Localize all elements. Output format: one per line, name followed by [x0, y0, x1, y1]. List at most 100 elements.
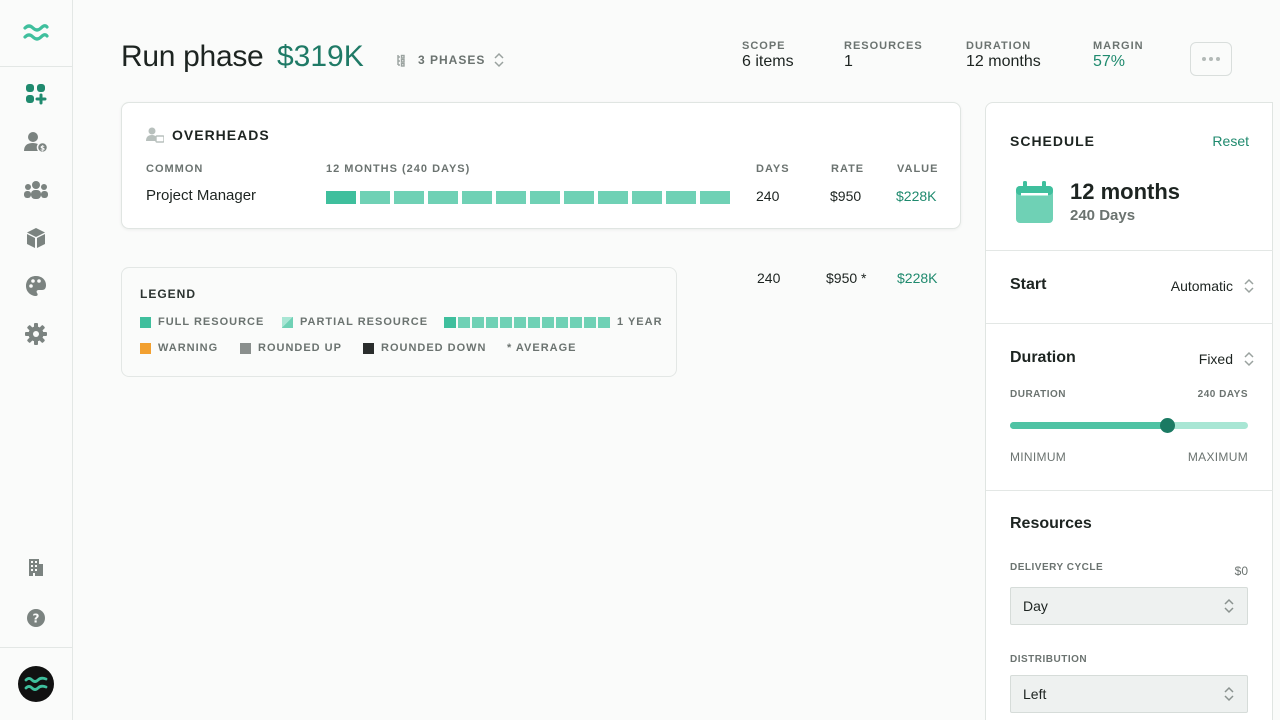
sidebar-account: [0, 647, 72, 720]
col-rate: RATE: [831, 163, 865, 175]
building-icon: [29, 559, 43, 576]
sidebar-item-products[interactable]: [0, 222, 72, 254]
year-swatch-segment: [514, 316, 526, 328]
total-days: 240: [757, 270, 781, 286]
sidebar-item-dashboard[interactable]: [0, 78, 72, 110]
sidebar-logo[interactable]: [0, 0, 72, 67]
schedule-months: 12 months: [1070, 179, 1181, 204]
month-bar: [428, 191, 458, 204]
year-swatch-segment: [570, 316, 582, 328]
slider-min-label: MINIMUM: [1010, 450, 1067, 464]
chevron-up-down-icon: [1224, 598, 1234, 614]
stat-resources-label: RESOURCES: [844, 40, 923, 52]
month-bar: [496, 191, 526, 204]
month-bar: [598, 191, 628, 204]
duration-value: Fixed: [1198, 351, 1233, 367]
year-swatch-segment: [472, 316, 484, 328]
stat-margin-label: MARGIN: [1093, 40, 1144, 52]
distribution-label: DISTRIBUTION: [1010, 654, 1088, 665]
total-rate: $950 *: [826, 270, 867, 286]
list-tree-icon: [397, 54, 405, 67]
dashboard-icon: [26, 84, 47, 105]
user-card-icon: [146, 127, 164, 143]
sidebar-item-settings[interactable]: [0, 318, 72, 350]
duration-slider[interactable]: [1010, 418, 1248, 433]
month-bar: [326, 191, 356, 204]
sidebar: $ ?: [0, 0, 73, 720]
resource-rate: $950: [830, 188, 862, 204]
legend-warning: WARNING: [140, 342, 218, 354]
legend-partial-label: PARTIAL RESOURCE: [300, 316, 429, 328]
resources-title: Resources: [1010, 515, 1092, 532]
year-swatch-segment: [584, 316, 596, 328]
distribution-select[interactable]: Left: [1010, 675, 1248, 713]
legend-rounded-down: ROUNDED DOWN: [363, 342, 487, 354]
team-icon: [24, 181, 48, 199]
year-swatch-segment: [528, 316, 540, 328]
legend-year-label: 1 YEAR: [617, 316, 663, 328]
schedule-panel: SCHEDULE Reset 12 months 240 Days Start …: [985, 102, 1273, 720]
help-icon: ?: [27, 609, 45, 627]
rounded-down-swatch: [363, 342, 374, 354]
avatar[interactable]: [18, 666, 54, 702]
duration-label: Duration: [1010, 349, 1076, 366]
stat-scope-label: SCOPE: [742, 40, 786, 52]
year-swatch-segment: [598, 316, 610, 328]
logo-waves-icon: [23, 24, 49, 41]
overheads-card: OVERHEADS COMMON 12 MONTHS (240 DAYS) DA…: [121, 102, 961, 229]
sidebar-item-help[interactable]: ?: [0, 602, 72, 634]
legend-rounded-down-label: ROUNDED DOWN: [381, 342, 487, 354]
reset-button[interactable]: Reset: [1212, 133, 1249, 149]
sidebar-item-company[interactable]: [0, 551, 72, 583]
delivery-cycle-select[interactable]: Day: [1010, 587, 1248, 625]
svg-text:$: $: [40, 145, 45, 153]
total-value: $228K: [897, 270, 938, 286]
resource-value: $228K: [896, 188, 937, 204]
chevron-up-down-icon: [494, 52, 504, 68]
stat-scope-value: 6 items: [742, 53, 794, 70]
more-dot-icon: [1209, 57, 1213, 61]
delivery-cycle-label: DELIVERY CYCLE: [1010, 562, 1104, 573]
palette-icon: [26, 276, 46, 296]
year-swatch-segment: [556, 316, 568, 328]
more-options-button[interactable]: [1190, 42, 1232, 76]
schedule-days: 240 Days: [1070, 207, 1136, 224]
duration-slider-value: 240 DAYS: [1197, 389, 1248, 400]
duration-slider-label: DURATION: [1010, 389, 1067, 400]
resource-days: 240: [756, 188, 780, 204]
start-label: Start: [1010, 276, 1047, 293]
rounded-up-swatch: [240, 342, 251, 354]
stat-margin-value: 57%: [1093, 53, 1126, 70]
resource-name[interactable]: Project Manager: [146, 187, 256, 204]
legend-rounded-up: ROUNDED UP: [240, 342, 342, 354]
sidebar-item-team[interactable]: [0, 174, 72, 206]
legend-rounded-up-label: ROUNDED UP: [258, 342, 342, 354]
svg-text:?: ?: [33, 612, 40, 626]
more-dot-icon: [1216, 57, 1220, 61]
start-select[interactable]: Automatic: [1171, 278, 1255, 294]
phase-amount: $319K: [277, 40, 364, 73]
phases-selector[interactable]: 3 PHASES: [386, 44, 515, 76]
stat-margin: MARGIN 57%: [1093, 40, 1144, 71]
col-days: DAYS: [756, 163, 790, 175]
legend-full-label: FULL RESOURCE: [158, 316, 265, 328]
year-swatch-segment: [458, 316, 470, 328]
legend-warning-label: WARNING: [158, 342, 219, 354]
sidebar-item-theme[interactable]: [0, 270, 72, 302]
legend-year: 1 YEAR: [444, 316, 663, 328]
col-common: COMMON: [146, 163, 204, 175]
stat-duration-value: 12 months: [966, 53, 1041, 70]
col-timeline: 12 MONTHS (240 DAYS): [326, 163, 471, 175]
duration-select[interactable]: Fixed: [1199, 351, 1255, 367]
legend-partial-resource: PARTIAL RESOURCE: [282, 316, 428, 328]
sidebar-item-billing[interactable]: $: [0, 126, 72, 158]
legend-title: LEGEND: [140, 287, 197, 301]
year-swatch-segment: [500, 316, 512, 328]
schedule-summary: SCHEDULE Reset 12 months 240 Days: [986, 103, 1273, 251]
more-dot-icon: [1202, 57, 1206, 61]
gear-icon: [25, 323, 47, 345]
month-bar: [700, 191, 730, 204]
month-timeline: [326, 191, 730, 204]
slider-thumb[interactable]: [1160, 418, 1176, 433]
chevron-up-down-icon: [1224, 686, 1234, 702]
